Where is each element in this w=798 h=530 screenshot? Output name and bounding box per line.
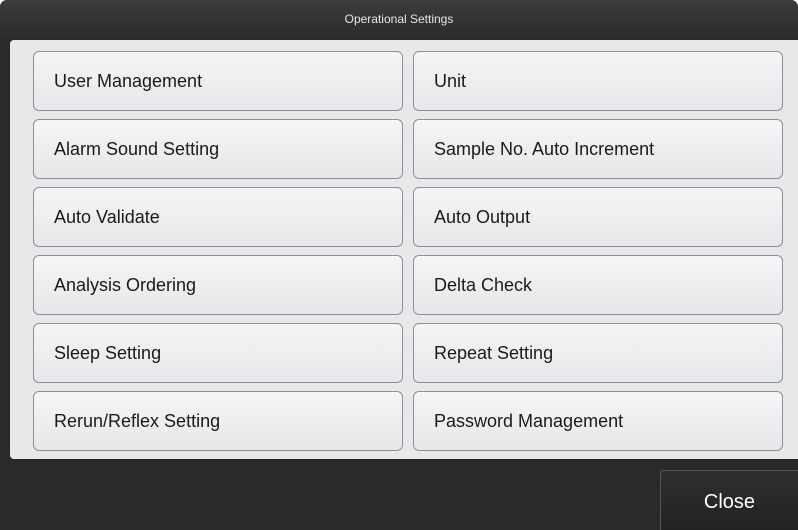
dialog-title: Operational Settings	[0, 0, 798, 40]
settings-panel: User Management Unit Alarm Sound Setting…	[10, 40, 798, 459]
sleep-setting-button[interactable]: Sleep Setting	[33, 323, 403, 383]
close-button[interactable]: Close	[660, 470, 798, 530]
password-management-button[interactable]: Password Management	[413, 391, 783, 451]
user-management-button[interactable]: User Management	[33, 51, 403, 111]
delta-check-button[interactable]: Delta Check	[413, 255, 783, 315]
analysis-ordering-button[interactable]: Analysis Ordering	[33, 255, 403, 315]
auto-output-button[interactable]: Auto Output	[413, 187, 783, 247]
alarm-sound-setting-button[interactable]: Alarm Sound Setting	[33, 119, 403, 179]
auto-validate-button[interactable]: Auto Validate	[33, 187, 403, 247]
rerun-reflex-setting-button[interactable]: Rerun/Reflex Setting	[33, 391, 403, 451]
sample-no-auto-increment-button[interactable]: Sample No. Auto Increment	[413, 119, 783, 179]
repeat-setting-button[interactable]: Repeat Setting	[413, 323, 783, 383]
unit-button[interactable]: Unit	[413, 51, 783, 111]
operational-settings-dialog: Operational Settings User Management Uni…	[0, 0, 798, 530]
